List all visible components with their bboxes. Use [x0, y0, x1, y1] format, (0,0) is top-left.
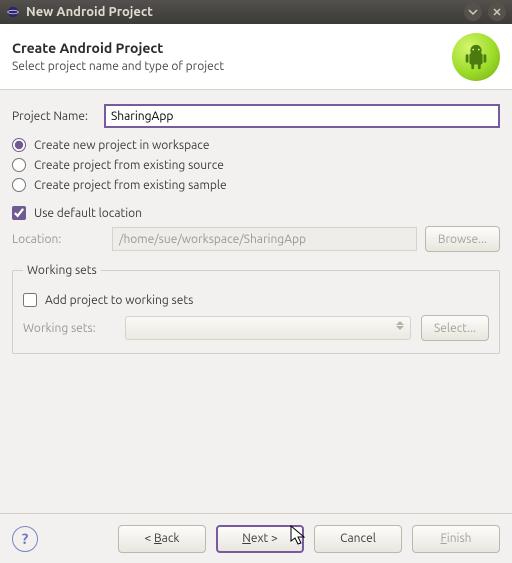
use-default-location-input[interactable] — [12, 206, 26, 220]
text: < — [145, 532, 155, 545]
working-sets-combo-label: Working sets: — [23, 322, 115, 335]
add-to-working-sets-checkbox[interactable]: Add project to working sets — [23, 293, 489, 307]
project-name-label: Project Name: — [12, 110, 104, 123]
browse-button: Browse... — [425, 226, 500, 252]
radio-existing-sample-input[interactable] — [12, 178, 26, 192]
location-label: Location: — [12, 233, 104, 246]
use-default-location-checkbox[interactable]: Use default location — [12, 206, 500, 220]
eclipse-icon — [6, 5, 20, 19]
radio-new-workspace-input[interactable] — [12, 138, 26, 152]
chevron-down-icon — [468, 7, 478, 17]
working-sets-combo — [125, 316, 411, 340]
text: ext > — [251, 532, 278, 545]
checkbox-label: Use default location — [34, 207, 142, 220]
window-close-button[interactable] — [488, 3, 506, 21]
working-sets-legend: Working sets — [23, 264, 101, 277]
text: inish — [447, 532, 472, 545]
text: B — [154, 532, 162, 545]
checkbox-label: Add project to working sets — [45, 294, 193, 307]
next-button[interactable]: Next > — [216, 525, 304, 553]
wizard-footer: ? < Back Next > Cancel Finish — [0, 513, 512, 563]
banner-heading: Create Android Project — [12, 40, 452, 56]
titlebar: New Android Project — [0, 0, 512, 24]
window-title: New Android Project — [26, 5, 153, 19]
finish-button: Finish — [412, 525, 500, 553]
text: N — [242, 532, 251, 545]
banner-subheading: Select project name and type of project — [12, 60, 452, 73]
radio-label: Create new project in workspace — [34, 139, 209, 152]
window-minimize-button[interactable] — [464, 3, 482, 21]
wizard-content: Project Name: Create new project in work… — [0, 90, 512, 370]
back-button[interactable]: < Back — [118, 525, 206, 553]
radio-label: Create project from existing sample — [34, 179, 227, 192]
android-icon — [452, 33, 500, 81]
project-name-row: Project Name: — [12, 104, 500, 128]
cancel-button[interactable]: Cancel — [314, 525, 402, 553]
stepper-icon — [396, 321, 404, 330]
radio-existing-source[interactable]: Create project from existing source — [12, 158, 500, 172]
radio-existing-sample[interactable]: Create project from existing sample — [12, 178, 500, 192]
working-sets-group: Working sets Add project to working sets… — [12, 264, 500, 354]
project-source-radio-group: Create new project in workspace Create p… — [12, 138, 500, 192]
location-input — [112, 227, 417, 251]
wizard-banner: Create Android Project Select project na… — [0, 24, 512, 90]
project-name-input[interactable] — [104, 104, 500, 128]
help-icon[interactable]: ? — [12, 526, 38, 552]
location-row: Location: Browse... — [12, 226, 500, 252]
select-working-sets-button: Select... — [421, 315, 489, 341]
working-sets-combo-row: Working sets: Select... — [23, 315, 489, 341]
add-to-working-sets-input[interactable] — [23, 293, 37, 307]
text: ack — [162, 532, 180, 545]
close-icon — [492, 7, 502, 17]
radio-existing-source-input[interactable] — [12, 158, 26, 172]
radio-new-workspace[interactable]: Create new project in workspace — [12, 138, 500, 152]
radio-label: Create project from existing source — [34, 159, 224, 172]
